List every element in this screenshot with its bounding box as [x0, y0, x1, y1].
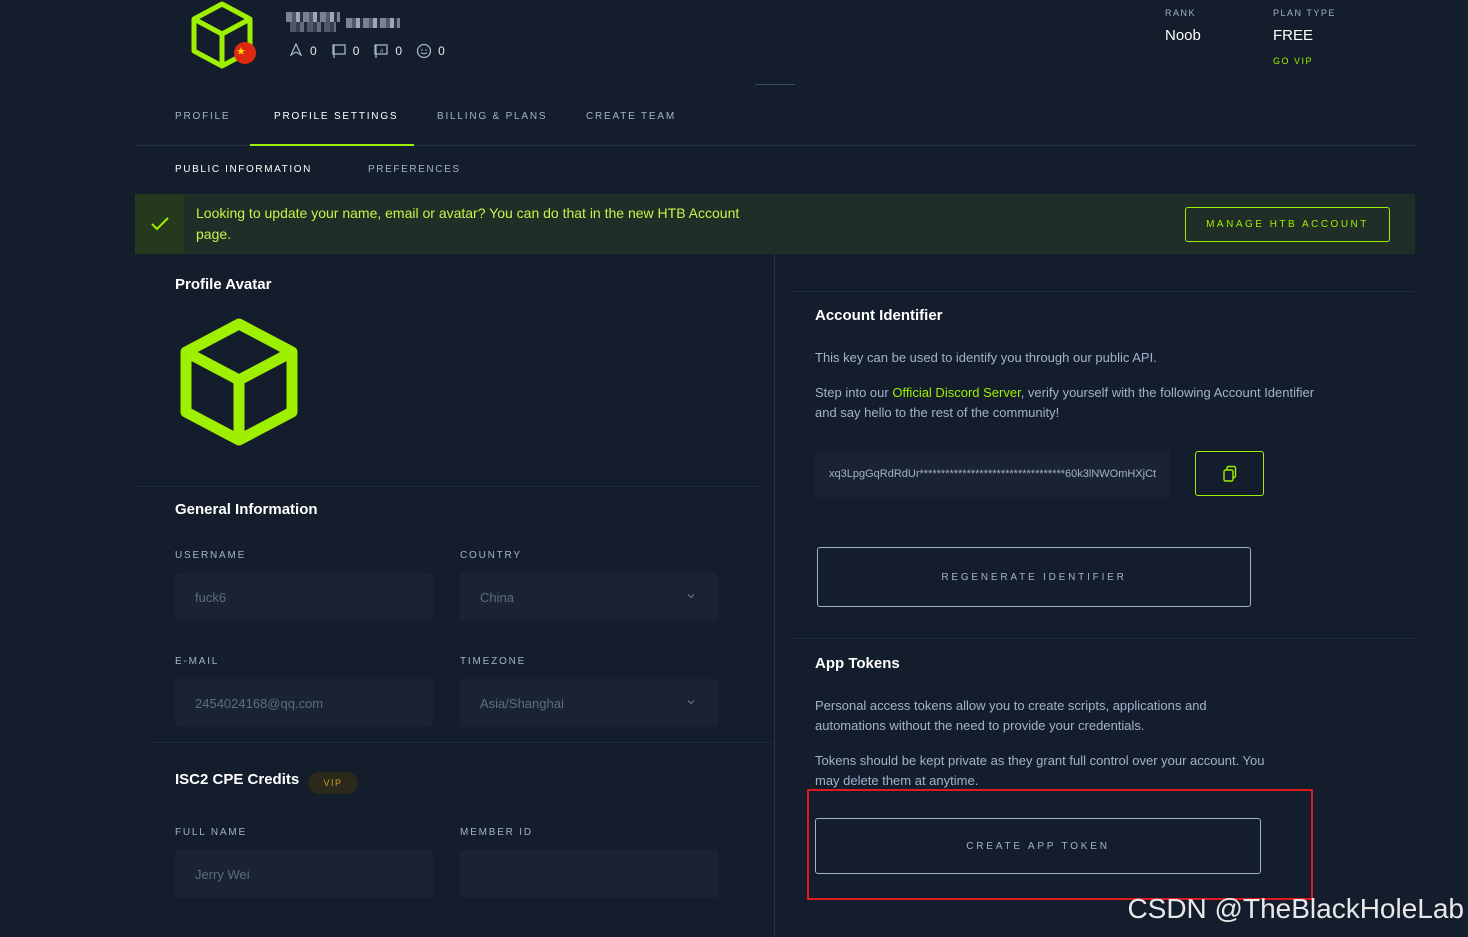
app-tokens-title: App Tokens: [815, 655, 900, 672]
timezone-value: Asia/Shanghai: [480, 695, 564, 711]
tokens-warning: Tokens should be kept private as they gr…: [815, 753, 1265, 788]
tokens-description: Personal access tokens allow you to crea…: [815, 698, 1207, 733]
root-flag-icon: #: [373, 43, 389, 59]
section-divider: [152, 742, 774, 743]
profile-avatar-image[interactable]: [178, 316, 300, 448]
section-divider: [790, 638, 1415, 639]
country-value: China: [480, 589, 514, 605]
timezone-label: TIMEZONE: [460, 656, 527, 667]
section-divider: [135, 486, 760, 487]
banner-message: Looking to update your name, email or av…: [196, 205, 740, 242]
active-tab-indicator: [250, 144, 414, 146]
stat-value: 0: [310, 44, 317, 58]
chevron-down-icon: [687, 700, 695, 705]
tab-profile[interactable]: PROFILE: [175, 111, 230, 122]
stat-value: 0: [438, 44, 445, 58]
username-label: USERNAME: [175, 550, 247, 561]
timezone-select[interactable]: Asia/Shanghai: [460, 679, 718, 727]
country-label: COUNTRY: [460, 550, 522, 561]
official-discord-server-link[interactable]: Official Discord Server: [892, 385, 1020, 400]
smile-icon: [416, 43, 432, 59]
email-field[interactable]: 2454024168@qq.com: [175, 679, 433, 727]
username-pixelated: [286, 12, 400, 32]
account-identifier-title: Account Identifier: [815, 307, 943, 324]
copy-identifier-button[interactable]: [1195, 451, 1264, 496]
isc2-cpe-credits-title: ISC2 CPE Credits: [175, 771, 300, 788]
country-select[interactable]: China: [460, 573, 718, 621]
china-flag-icon: [234, 42, 256, 64]
username-field[interactable]: fuck6: [175, 573, 433, 621]
user-flag-icon: [331, 43, 347, 59]
plan-type-value: FREE: [1273, 27, 1314, 44]
plan-type-label: PLAN TYPE: [1273, 8, 1336, 18]
profile-avatar-title: Profile Avatar: [175, 276, 272, 293]
discord-text-prefix: Step into our: [815, 385, 893, 400]
target-icon: [288, 42, 304, 59]
watermark: CSDN @TheBlackHoleLab: [1127, 893, 1464, 924]
tab-create-team[interactable]: CREATE TEAM: [586, 111, 676, 122]
vip-badge: VIP: [308, 772, 358, 794]
subtab-public-information[interactable]: PUBLIC INFORMATION: [175, 164, 312, 175]
full-name-field[interactable]: Jerry Wei: [175, 850, 433, 898]
go-vip-link[interactable]: GO VIP: [1273, 56, 1313, 66]
tab-profile-settings[interactable]: PROFILE SETTINGS: [274, 111, 398, 122]
rank-label: RANK: [1165, 8, 1197, 18]
rank-value: Noob: [1165, 27, 1201, 44]
copy-icon: [1222, 465, 1236, 482]
tab-billing-plans[interactable]: BILLING & PLANS: [437, 111, 547, 122]
regenerate-identifier-button[interactable]: REGENERATE IDENTIFIER: [817, 547, 1251, 607]
check-icon: [135, 194, 184, 254]
column-divider: [774, 254, 775, 937]
account-identifier-value[interactable]: xq3LpgGqRdRdUr**************************…: [815, 451, 1170, 497]
stat-value: 0: [395, 44, 403, 58]
full-name-label: FULL NAME: [175, 827, 247, 838]
member-id-field[interactable]: [460, 850, 718, 898]
manage-htb-account-button[interactable]: MANAGE HTB ACCOUNT: [1185, 207, 1390, 242]
divider: [755, 84, 795, 85]
stat-value: 0: [352, 44, 360, 58]
subtab-preferences[interactable]: PREFERENCES: [368, 164, 461, 175]
section-divider: [790, 291, 1415, 292]
highlight-annotation: [807, 789, 1313, 900]
member-id-label: MEMBER ID: [460, 827, 533, 838]
user-stats: 0 0 # 0 0: [288, 42, 453, 59]
discord-description: Step into our Official Discord Server, v…: [815, 383, 1335, 422]
chevron-down-icon: [687, 594, 695, 599]
identifier-description: This key can be used to identify you thr…: [815, 350, 1157, 365]
general-information-title: General Information: [175, 501, 318, 518]
email-label: E-MAIL: [175, 656, 220, 667]
